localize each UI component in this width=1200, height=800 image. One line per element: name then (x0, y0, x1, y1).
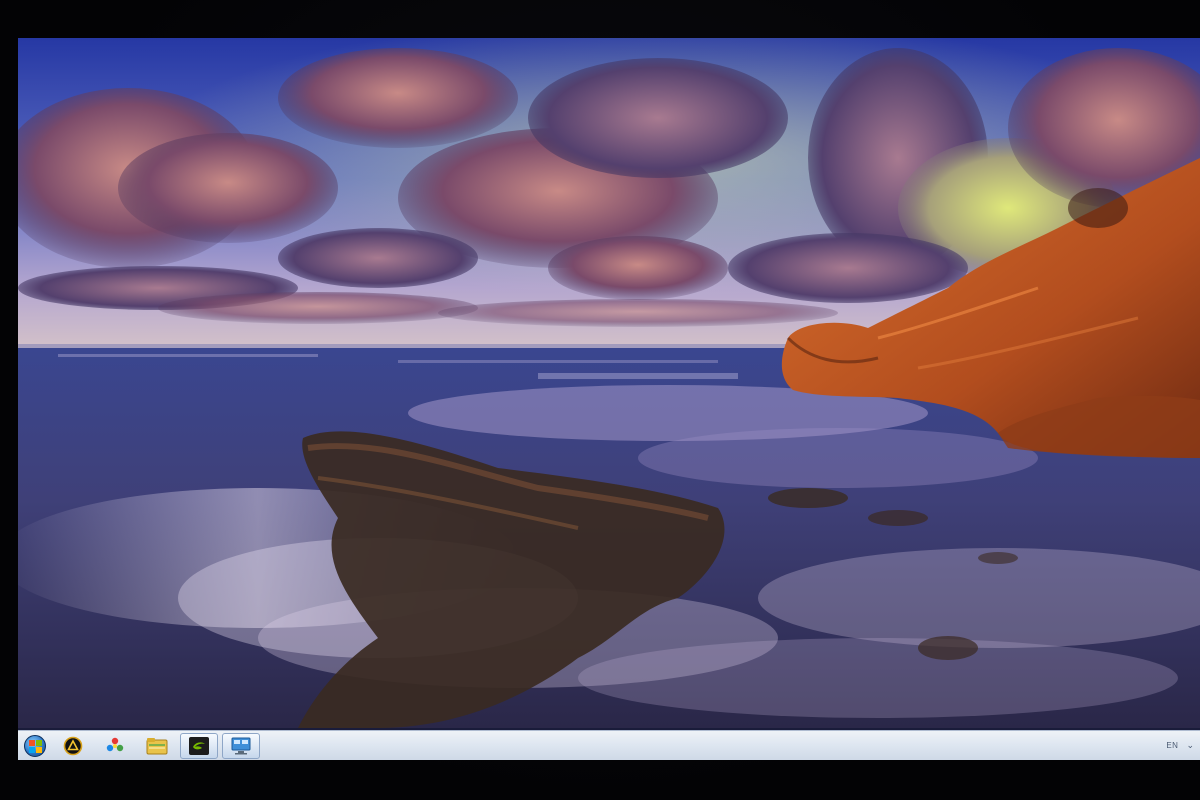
taskbar-nvidia[interactable] (180, 732, 218, 759)
windows-start-icon (24, 734, 46, 757)
taskbar-explorer[interactable] (138, 733, 176, 759)
system-tray: EN ⌄ (1166, 731, 1200, 761)
folder-icon (146, 736, 168, 756)
circle-triangle-icon (63, 736, 83, 756)
taskbar-app-triangle[interactable] (54, 733, 92, 759)
desktop-wallpaper (18, 38, 1200, 728)
start-button[interactable] (20, 733, 50, 759)
taskbar-network-app[interactable] (222, 732, 260, 759)
monitor-bezel: EN ⌄ (0, 0, 1200, 800)
language-indicator[interactable]: EN (1166, 741, 1178, 750)
taskbar-app-wheel[interactable] (96, 733, 134, 759)
colorful-wheel-icon (105, 736, 125, 756)
nvidia-logo-icon (188, 736, 210, 756)
monitor-network-icon (230, 736, 252, 756)
desktop-screen: EN ⌄ (18, 38, 1200, 760)
taskbar: EN ⌄ (18, 730, 1200, 760)
tray-chevron-icon[interactable]: ⌄ (1186, 740, 1194, 751)
